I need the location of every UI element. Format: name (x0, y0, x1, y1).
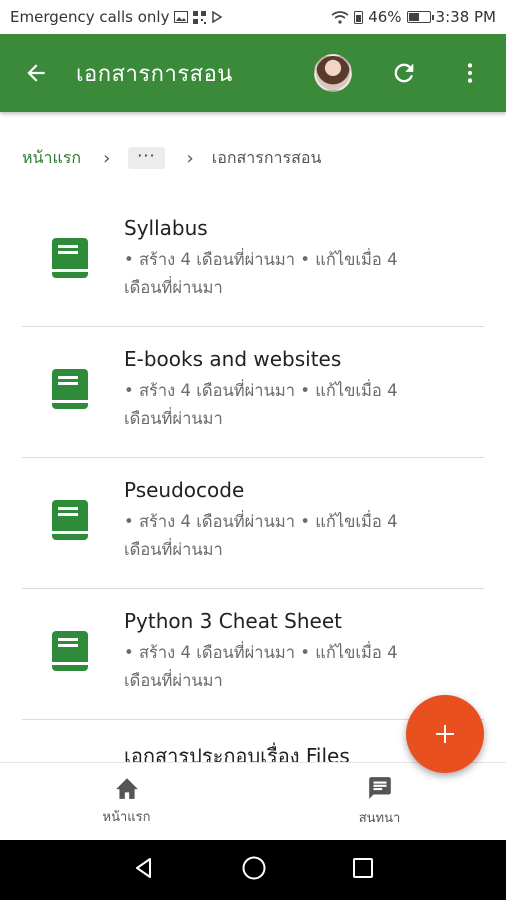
breadcrumb-current: เอกสารการสอน (211, 147, 322, 167)
chevron-right-icon: › (186, 147, 194, 169)
status-right: 46% 3:38 PM (331, 8, 496, 26)
list-item[interactable]: Syllabus • สร้าง 4 เดือนที่ผ่านมา • แก้ไ… (0, 196, 506, 327)
bottom-nav: หน้าแรก สนทนา (0, 762, 506, 840)
file-name: E-books and websites (124, 347, 342, 371)
file-name: Pseudocode (124, 478, 245, 502)
battery-icon (406, 11, 434, 23)
file-meta: • สร้าง 4 เดือนที่ผ่านมา • แก้ไขเมื่อ 4 … (124, 643, 398, 690)
page-title: เอกสารการสอน (76, 61, 233, 87)
nav-chat[interactable]: สนทนา (253, 763, 506, 840)
carrier-text: Emergency calls only (10, 8, 170, 26)
nav-home[interactable]: หน้าแรก (0, 763, 253, 840)
status-left: Emergency calls only (10, 8, 223, 26)
more-options-button[interactable] (448, 51, 492, 95)
battery-level-fill (408, 13, 419, 21)
phone-battery-icon (354, 10, 364, 24)
chevron-right-icon: › (103, 147, 111, 169)
system-back-button[interactable] (132, 856, 156, 884)
system-home-button[interactable] (241, 855, 267, 885)
breadcrumb-more-button[interactable]: ··· (128, 147, 165, 169)
more-vert-icon (467, 63, 473, 83)
file-name: Syllabus (124, 216, 208, 240)
nav-chat-label: สนทนา (358, 811, 401, 826)
document-icon (0, 609, 124, 671)
qr-notification-icon (193, 10, 207, 24)
nav-home-label: หน้าแรก (102, 810, 151, 825)
file-name: Python 3 Cheat Sheet (124, 609, 342, 633)
triangle-back-icon (136, 858, 152, 878)
file-meta: • สร้าง 4 เดือนที่ผ่านมา • แก้ไขเมื่อ 4 … (124, 512, 398, 559)
refresh-button[interactable] (382, 51, 426, 95)
list-item[interactable]: E-books and websites • สร้าง 4 เดือนที่ผ… (0, 327, 506, 458)
breadcrumb-home-link[interactable]: หน้าแรก (22, 146, 81, 171)
file-meta: • สร้าง 4 เดือนที่ผ่านมา • แก้ไขเมื่อ 4 … (124, 381, 398, 428)
battery-percent: 46% (368, 8, 402, 26)
back-button[interactable] (14, 51, 58, 95)
add-button[interactable] (406, 695, 484, 773)
plus-icon (436, 725, 454, 743)
document-icon (0, 478, 124, 540)
home-icon (115, 778, 138, 799)
chat-icon (368, 777, 391, 799)
system-recents-button[interactable] (352, 857, 374, 883)
wifi-icon (331, 10, 349, 24)
avatar[interactable] (314, 54, 352, 92)
status-bar: Emergency calls only 46% 3:38 PM (0, 0, 506, 34)
clock: 3:38 PM (435, 8, 496, 26)
list-item[interactable]: Pseudocode • สร้าง 4 เดือนที่ผ่านมา • แก… (0, 458, 506, 589)
circle-home-icon (242, 856, 266, 880)
square-recents-icon (352, 858, 373, 878)
system-nav-bar (0, 840, 506, 900)
breadcrumb: หน้าแรก › ··· › เอกสารการสอน (0, 112, 506, 204)
arrow-back-icon (27, 64, 45, 82)
file-meta: • สร้าง 4 เดือนที่ผ่านมา • แก้ไขเมื่อ 4 … (124, 250, 398, 297)
document-icon (0, 347, 124, 409)
document-icon (0, 216, 124, 278)
play-notification-icon (211, 11, 223, 23)
app-bar: เอกสารการสอน (0, 34, 506, 112)
image-notification-icon (174, 11, 189, 23)
refresh-icon (394, 63, 414, 83)
